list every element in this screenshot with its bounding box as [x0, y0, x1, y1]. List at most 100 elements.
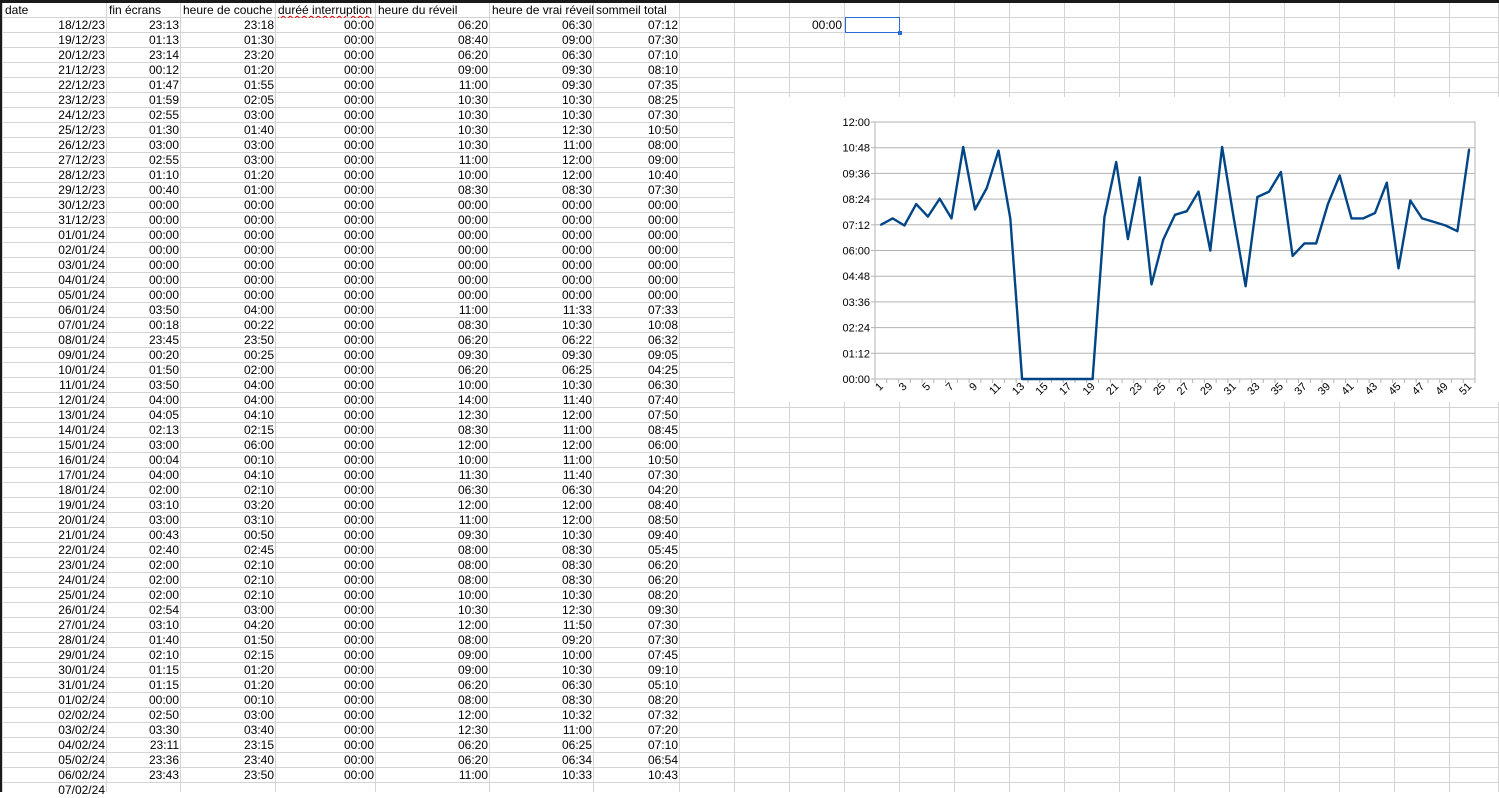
table-cell[interactable]: 00:00: [594, 243, 680, 258]
table-cell[interactable]: 00:10: [181, 453, 276, 468]
table-cell[interactable]: 09:30: [594, 603, 680, 618]
table-cell[interactable]: 11/01/24: [3, 378, 107, 393]
table-cell[interactable]: 12:00: [490, 168, 594, 183]
table-cell[interactable]: 00:00: [276, 573, 376, 588]
table-cell[interactable]: 00:00: [181, 243, 276, 258]
table-cell[interactable]: 22/12/23: [3, 78, 107, 93]
table-cell[interactable]: 00:00: [376, 198, 490, 213]
table-cell[interactable]: 01:40: [181, 123, 276, 138]
table-cell[interactable]: 09:30: [490, 348, 594, 363]
table-cell[interactable]: 08:20: [594, 693, 680, 708]
table-cell[interactable]: 01:10: [107, 168, 181, 183]
table-cell[interactable]: 04/01/24: [3, 273, 107, 288]
table-cell[interactable]: 25/12/23: [3, 123, 107, 138]
table-cell[interactable]: 00:00: [276, 513, 376, 528]
table-cell[interactable]: 01:15: [107, 663, 181, 678]
table-cell[interactable]: 00:00: [181, 258, 276, 273]
table-cell[interactable]: 00:00: [107, 258, 181, 273]
table-cell[interactable]: 03:00: [107, 438, 181, 453]
table-cell[interactable]: 03:00: [107, 138, 181, 153]
table-cell[interactable]: 20/12/23: [3, 48, 107, 63]
table-cell[interactable]: 11:00: [376, 513, 490, 528]
table-cell[interactable]: 02:45: [181, 543, 276, 558]
table-cell[interactable]: 23:40: [181, 753, 276, 768]
table-cell[interactable]: 00:00: [490, 273, 594, 288]
table-cell[interactable]: 00:00: [276, 18, 376, 33]
table-cell[interactable]: 07:32: [594, 708, 680, 723]
table-cell[interactable]: 05/02/24: [3, 753, 107, 768]
table-cell[interactable]: 03:40: [181, 723, 276, 738]
table-cell[interactable]: 07:45: [594, 648, 680, 663]
table-cell[interactable]: 00:04: [107, 453, 181, 468]
table-cell[interactable]: 02:00: [107, 558, 181, 573]
table-cell[interactable]: 02:00: [107, 483, 181, 498]
table-cell[interactable]: 07:33: [594, 303, 680, 318]
table-cell[interactable]: [490, 783, 594, 798]
table-cell[interactable]: 00:00: [376, 228, 490, 243]
table-cell[interactable]: 23:50: [181, 333, 276, 348]
table-cell[interactable]: 10:30: [490, 378, 594, 393]
table-cell[interactable]: [107, 783, 181, 798]
table-cell[interactable]: 00:00: [276, 123, 376, 138]
table-cell[interactable]: 03:00: [181, 153, 276, 168]
table-cell[interactable]: 10:08: [594, 318, 680, 333]
table-cell[interactable]: 00:00: [276, 63, 376, 78]
table-cell[interactable]: 04:00: [181, 303, 276, 318]
table-cell[interactable]: 20/01/24: [3, 513, 107, 528]
table-cell[interactable]: 00:00: [276, 453, 376, 468]
table-cell[interactable]: 00:18: [107, 318, 181, 333]
table-cell[interactable]: 04:10: [181, 408, 276, 423]
table-cell[interactable]: 00:00: [276, 243, 376, 258]
column-header-7[interactable]: sommeil total: [594, 3, 680, 18]
table-cell[interactable]: 00:00: [276, 198, 376, 213]
table-cell[interactable]: 02:00: [107, 573, 181, 588]
table-cell[interactable]: 11:00: [490, 423, 594, 438]
table-cell[interactable]: 06:30: [490, 48, 594, 63]
table-cell[interactable]: 00:00: [276, 108, 376, 123]
table-cell[interactable]: 00:00: [594, 273, 680, 288]
table-cell[interactable]: 08/01/24: [3, 333, 107, 348]
table-cell[interactable]: 00:50: [181, 528, 276, 543]
table-cell[interactable]: 07:20: [594, 723, 680, 738]
table-cell[interactable]: 03:00: [181, 138, 276, 153]
table-cell[interactable]: 07:40: [594, 393, 680, 408]
table-cell[interactable]: 12:00: [490, 498, 594, 513]
table-cell[interactable]: 10:43: [594, 768, 680, 783]
table-cell[interactable]: 00:00: [276, 693, 376, 708]
table-cell[interactable]: 06:30: [594, 378, 680, 393]
table-cell[interactable]: 02/01/24: [3, 243, 107, 258]
table-cell[interactable]: 00:00: [376, 243, 490, 258]
table-cell[interactable]: 01:50: [107, 363, 181, 378]
table-cell[interactable]: 02:13: [107, 423, 181, 438]
table-cell[interactable]: 08:45: [594, 423, 680, 438]
table-cell[interactable]: 01:50: [181, 633, 276, 648]
table-cell[interactable]: 00:00: [276, 183, 376, 198]
table-cell[interactable]: 00:00: [276, 768, 376, 783]
table-cell[interactable]: 01:20: [181, 63, 276, 78]
table-cell[interactable]: 00:00: [490, 228, 594, 243]
table-cell[interactable]: 00:00: [276, 318, 376, 333]
table-cell[interactable]: 06:25: [490, 363, 594, 378]
table-cell[interactable]: 00:00: [276, 468, 376, 483]
table-cell[interactable]: 02:15: [181, 648, 276, 663]
table-cell[interactable]: 21/01/24: [3, 528, 107, 543]
table-cell[interactable]: 06:20: [376, 48, 490, 63]
table-cell[interactable]: 01/02/24: [3, 693, 107, 708]
table-cell[interactable]: 18/01/24: [3, 483, 107, 498]
table-cell[interactable]: 27/12/23: [3, 153, 107, 168]
table-cell[interactable]: 00:00: [276, 363, 376, 378]
table-cell[interactable]: 02:05: [181, 93, 276, 108]
table-cell[interactable]: 10:30: [490, 318, 594, 333]
table-cell[interactable]: 16/01/24: [3, 453, 107, 468]
table-cell[interactable]: 03:00: [181, 108, 276, 123]
table-cell[interactable]: 09:30: [376, 528, 490, 543]
table-cell[interactable]: 00:00: [276, 633, 376, 648]
table-cell[interactable]: 03:10: [181, 513, 276, 528]
table-cell[interactable]: 08:30: [490, 183, 594, 198]
table-cell[interactable]: 12:00: [376, 618, 490, 633]
table-cell[interactable]: 09:30: [376, 348, 490, 363]
table-cell[interactable]: 06:00: [181, 438, 276, 453]
table-cell[interactable]: 23:36: [107, 753, 181, 768]
table-cell[interactable]: 00:00: [490, 243, 594, 258]
table-cell[interactable]: 02/02/24: [3, 708, 107, 723]
